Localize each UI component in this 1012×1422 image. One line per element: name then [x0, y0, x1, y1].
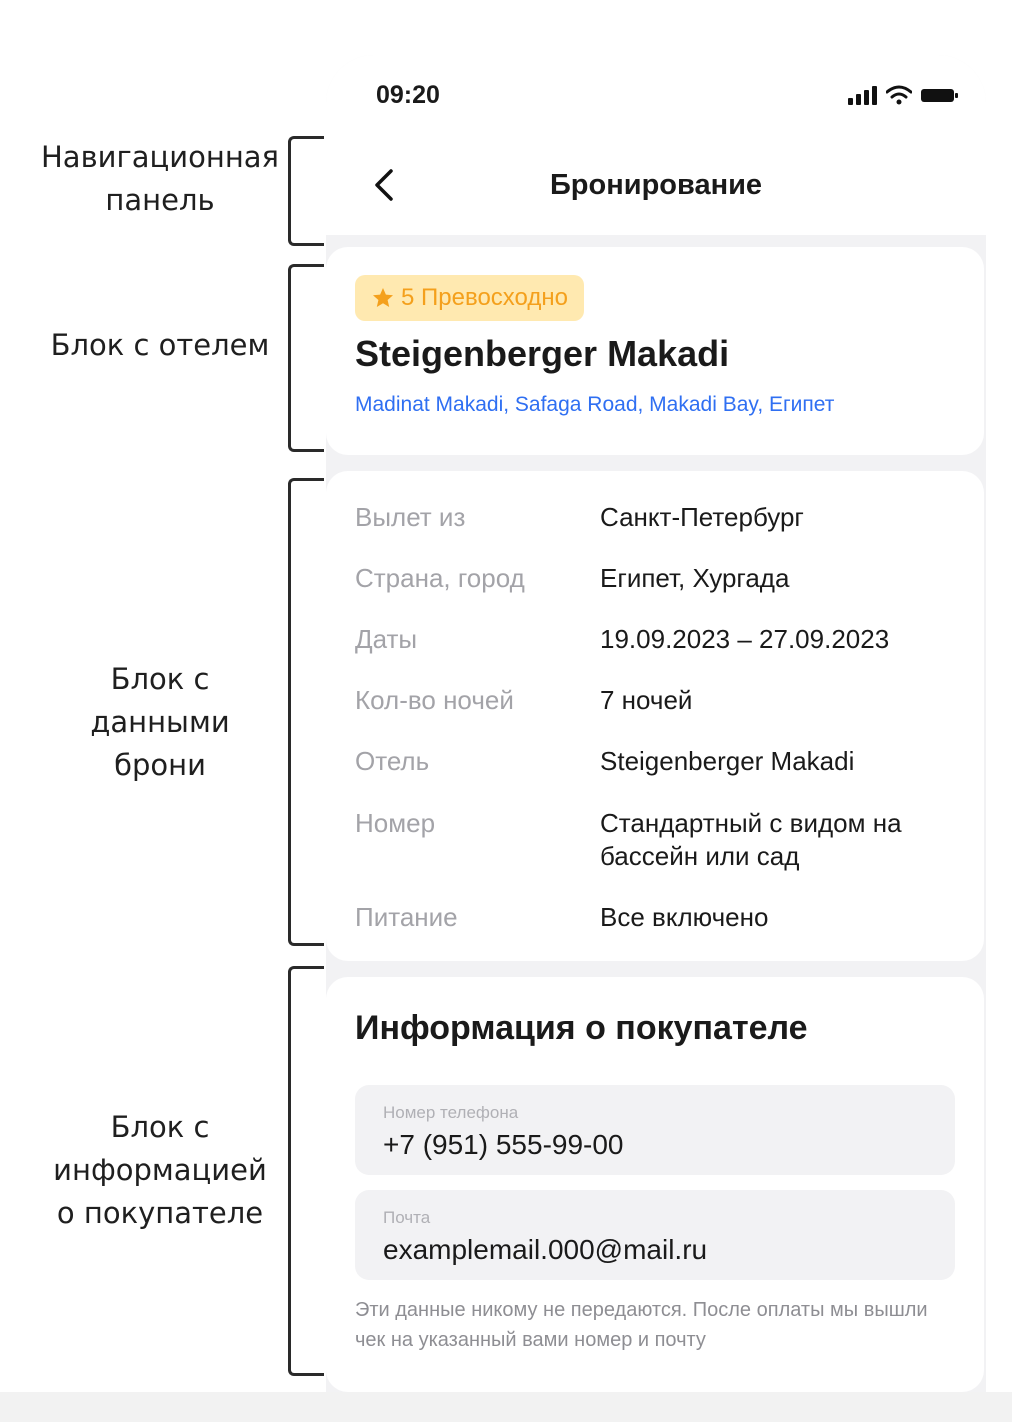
bracket-nav-panel — [288, 136, 324, 246]
page-title: Бронирование — [549, 169, 763, 201]
status-icons — [848, 85, 960, 105]
buyer-section-title: Информация о покупателе — [355, 1009, 808, 1047]
email-field-label: Почта — [383, 1208, 431, 1227]
detail-value: Санкт-Петербург — [600, 502, 804, 532]
detail-label: Страна, город — [355, 563, 525, 593]
detail-row-nights: Кол-во ночей 7 ночей — [355, 684, 955, 717]
detail-label: Питание — [355, 902, 458, 932]
star-icon — [373, 288, 393, 307]
hotel-address-link[interactable]: Madinat Makadi, Safaga Road, Makadi Bay,… — [355, 393, 834, 417]
bottom-strip — [0, 1392, 1012, 1422]
detail-row-hotel: Отель Steigenberger Makadi — [355, 745, 955, 778]
detail-label: Номер — [355, 808, 436, 838]
detail-value: 19.09.2023 – 27.09.2023 — [600, 624, 890, 654]
annotation-buyer-block: Блок с информацией о покупателе — [53, 1110, 267, 1230]
annotation-hotel-block: Блок с отелем — [50, 328, 270, 362]
detail-value: Все включено — [600, 902, 769, 932]
battery-icon — [921, 89, 958, 102]
rating-badge: 5 Превосходно — [355, 275, 584, 321]
phone-screen: 09:20 Бронирование 5 Превосходно Steigen… — [326, 55, 986, 1392]
phone-field[interactable]: Номер телефона +7 (951) 555-99-00 — [355, 1085, 955, 1175]
privacy-note: Эти данные никому не передаются. После о… — [355, 1299, 928, 1351]
annotation-nav-panel: Навигационная панель — [41, 140, 279, 217]
bracket-booking-block — [288, 478, 324, 946]
detail-label: Вылет из — [355, 502, 466, 532]
phone-field-value[interactable]: +7 (951) 555-99-00 — [383, 1129, 624, 1161]
detail-row-meals: Питание Все включено — [355, 901, 955, 934]
hotel-card: 5 Превосходно Steigenberger Makadi Madin… — [326, 247, 984, 455]
detail-value: Стандартный с видом на бассейн или сад — [600, 808, 902, 871]
detail-label: Кол-во ночей — [355, 685, 514, 715]
wifi-icon — [886, 85, 912, 105]
email-field[interactable]: Почта examplemail.000@mail.ru — [355, 1190, 955, 1280]
detail-value: 7 ночей — [600, 685, 693, 715]
phone-field-label: Номер телефона — [383, 1103, 519, 1122]
detail-label: Отель — [355, 746, 430, 776]
detail-row-room: Номер Стандартный с видом на бассейн или… — [355, 807, 955, 873]
detail-row-country-city: Страна, город Египет, Хургада — [355, 562, 955, 595]
detail-value: Египет, Хургада — [600, 563, 790, 593]
email-field-value[interactable]: examplemail.000@mail.ru — [383, 1234, 707, 1266]
detail-label: Даты — [355, 624, 418, 654]
detail-value: Steigenberger Makadi — [600, 746, 855, 776]
status-time: 09:20 — [376, 81, 440, 109]
navigation-bar: 09:20 Бронирование — [326, 55, 986, 235]
hotel-name: Steigenberger Makadi — [355, 333, 730, 374]
signal-icon — [848, 86, 877, 105]
annotation-booking-block: Блок с данными брони — [90, 662, 230, 782]
buyer-info-card: Информация о покупателе Номер телефона +… — [326, 977, 984, 1392]
bracket-buyer-block — [288, 966, 324, 1376]
bracket-hotel-block — [288, 264, 324, 452]
rating-text: 5 Превосходно — [401, 284, 568, 311]
detail-row-dates: Даты 19.09.2023 – 27.09.2023 — [355, 623, 955, 656]
booking-details-card: Вылет из Санкт-Петербург Страна, город Е… — [326, 471, 984, 961]
detail-row-departure: Вылет из Санкт-Петербург — [355, 501, 955, 534]
